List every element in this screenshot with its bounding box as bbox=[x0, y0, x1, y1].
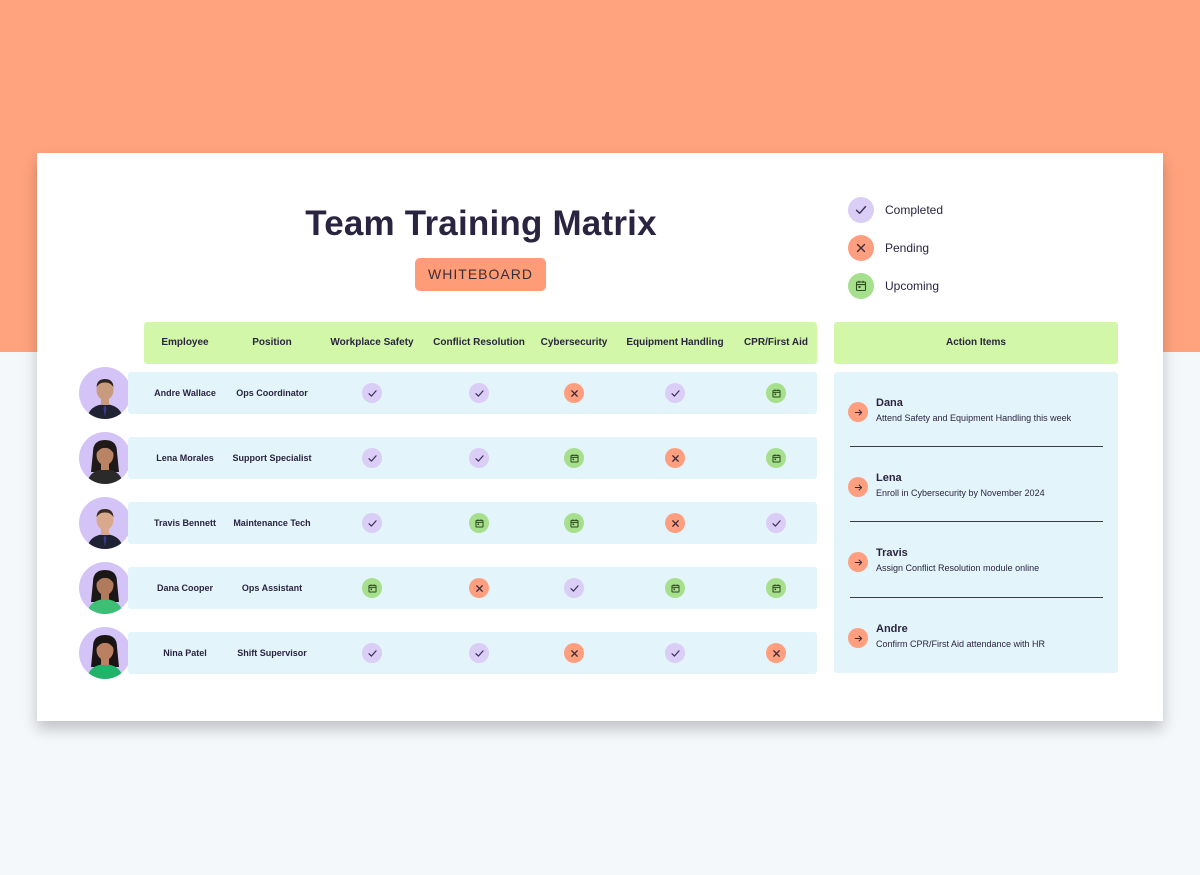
column-header: Position bbox=[252, 337, 292, 348]
check-icon bbox=[848, 197, 874, 223]
action-item: Lena Enroll in Cybersecurity by November … bbox=[848, 468, 1108, 508]
check-icon bbox=[564, 578, 584, 598]
arrow-right-icon bbox=[848, 552, 868, 572]
page-title: Team Training Matrix bbox=[305, 204, 657, 243]
check-icon bbox=[469, 383, 489, 403]
table-header: Employee Position Workplace Safety Conflict… bbox=[144, 322, 817, 364]
divider bbox=[850, 521, 1103, 522]
calendar-icon bbox=[766, 578, 786, 598]
avatar bbox=[79, 432, 131, 484]
check-icon bbox=[362, 448, 382, 468]
x-icon bbox=[469, 578, 489, 598]
avatar bbox=[79, 367, 131, 419]
action-item: Dana Attend Safety and Equipment Handling… bbox=[848, 393, 1108, 433]
employee-name: Dana Cooper bbox=[156, 583, 213, 593]
calendar-icon bbox=[564, 513, 584, 533]
x-icon bbox=[766, 643, 786, 663]
table-row: Travis Bennett Maintenance Tech bbox=[128, 502, 817, 544]
check-icon bbox=[766, 513, 786, 533]
divider bbox=[850, 446, 1103, 447]
x-icon bbox=[665, 513, 685, 533]
action-item: Andre Confirm CPR/First Aid attendance wi… bbox=[848, 619, 1108, 659]
calendar-icon bbox=[848, 273, 874, 299]
calendar-icon bbox=[469, 513, 489, 533]
action-item-name: Travis bbox=[876, 547, 908, 559]
divider bbox=[850, 597, 1103, 598]
action-item-text: Confirm CPR/First Aid attendance with HR bbox=[876, 639, 1046, 649]
legend-label: Pending bbox=[885, 241, 930, 255]
legend-item-pending: Pending bbox=[848, 235, 929, 261]
check-icon bbox=[665, 383, 685, 403]
avatar bbox=[79, 562, 131, 614]
legend-item-completed: Completed bbox=[848, 197, 943, 223]
check-icon bbox=[362, 383, 382, 403]
whiteboard-badge: WHITEBOARD bbox=[415, 258, 546, 291]
x-icon bbox=[564, 643, 584, 663]
check-icon bbox=[362, 513, 382, 533]
column-header: CPR/First Aid bbox=[743, 337, 809, 348]
action-item-name: Andre bbox=[876, 623, 908, 635]
check-icon bbox=[469, 448, 489, 468]
action-item: Travis Assign Conflict Resolution module … bbox=[848, 543, 1108, 583]
arrow-right-icon bbox=[848, 628, 868, 648]
x-icon bbox=[665, 448, 685, 468]
column-header: Cybersecurity bbox=[540, 337, 608, 348]
employee-name: Andre Wallace bbox=[154, 388, 216, 398]
employee-position: Ops Coordinator bbox=[236, 388, 308, 398]
calendar-icon bbox=[665, 578, 685, 598]
employee-name: Lena Morales bbox=[156, 453, 214, 463]
check-icon bbox=[469, 643, 489, 663]
action-items-panel: Dana Attend Safety and Equipment Handling… bbox=[834, 372, 1118, 673]
calendar-icon bbox=[564, 448, 584, 468]
check-icon bbox=[665, 643, 685, 663]
action-item-text: Assign Conflict Resolution module online bbox=[876, 563, 1040, 573]
table-row: Dana Cooper Ops Assistant bbox=[128, 567, 817, 609]
employee-position: Shift Supervisor bbox=[237, 648, 307, 658]
training-matrix-card: Team Training Matrix WHITEBOARD Complete… bbox=[37, 153, 1163, 721]
calendar-icon bbox=[362, 578, 382, 598]
check-icon bbox=[362, 643, 382, 663]
x-icon bbox=[564, 383, 584, 403]
x-icon bbox=[848, 235, 874, 261]
action-item-text: Attend Safety and Equipment Handling thi… bbox=[876, 413, 1072, 423]
employee-name: Travis Bennett bbox=[153, 518, 217, 528]
legend-label: Completed bbox=[885, 203, 944, 217]
table-row: Nina Patel Shift Supervisor bbox=[128, 632, 817, 674]
table-row: Andre Wallace Ops Coordinator bbox=[128, 372, 817, 414]
employee-position: Maintenance Tech bbox=[233, 518, 311, 528]
table-row: Lena Morales Support Specialist bbox=[128, 437, 817, 479]
action-item-name: Dana bbox=[876, 397, 903, 409]
column-header: Equipment Handling bbox=[626, 337, 724, 348]
legend-item-upcoming: Upcoming bbox=[848, 273, 939, 299]
employee-name: Nina Patel bbox=[163, 648, 207, 658]
legend-label: Upcoming bbox=[885, 279, 940, 293]
employee-position: Support Specialist bbox=[232, 453, 312, 463]
calendar-icon bbox=[766, 448, 786, 468]
avatar bbox=[79, 497, 131, 549]
action-item-name: Lena bbox=[876, 472, 902, 484]
arrow-right-icon bbox=[848, 402, 868, 422]
calendar-icon bbox=[766, 383, 786, 403]
column-header: Conflict Resolution bbox=[433, 337, 525, 348]
avatar bbox=[79, 627, 131, 679]
arrow-right-icon bbox=[848, 477, 868, 497]
action-item-text: Enroll in Cybersecurity by November 2024 bbox=[876, 488, 1045, 498]
employee-position: Ops Assistant bbox=[241, 583, 303, 593]
action-items-header: Action Items bbox=[834, 322, 1118, 364]
column-header: Workplace Safety bbox=[330, 337, 414, 348]
